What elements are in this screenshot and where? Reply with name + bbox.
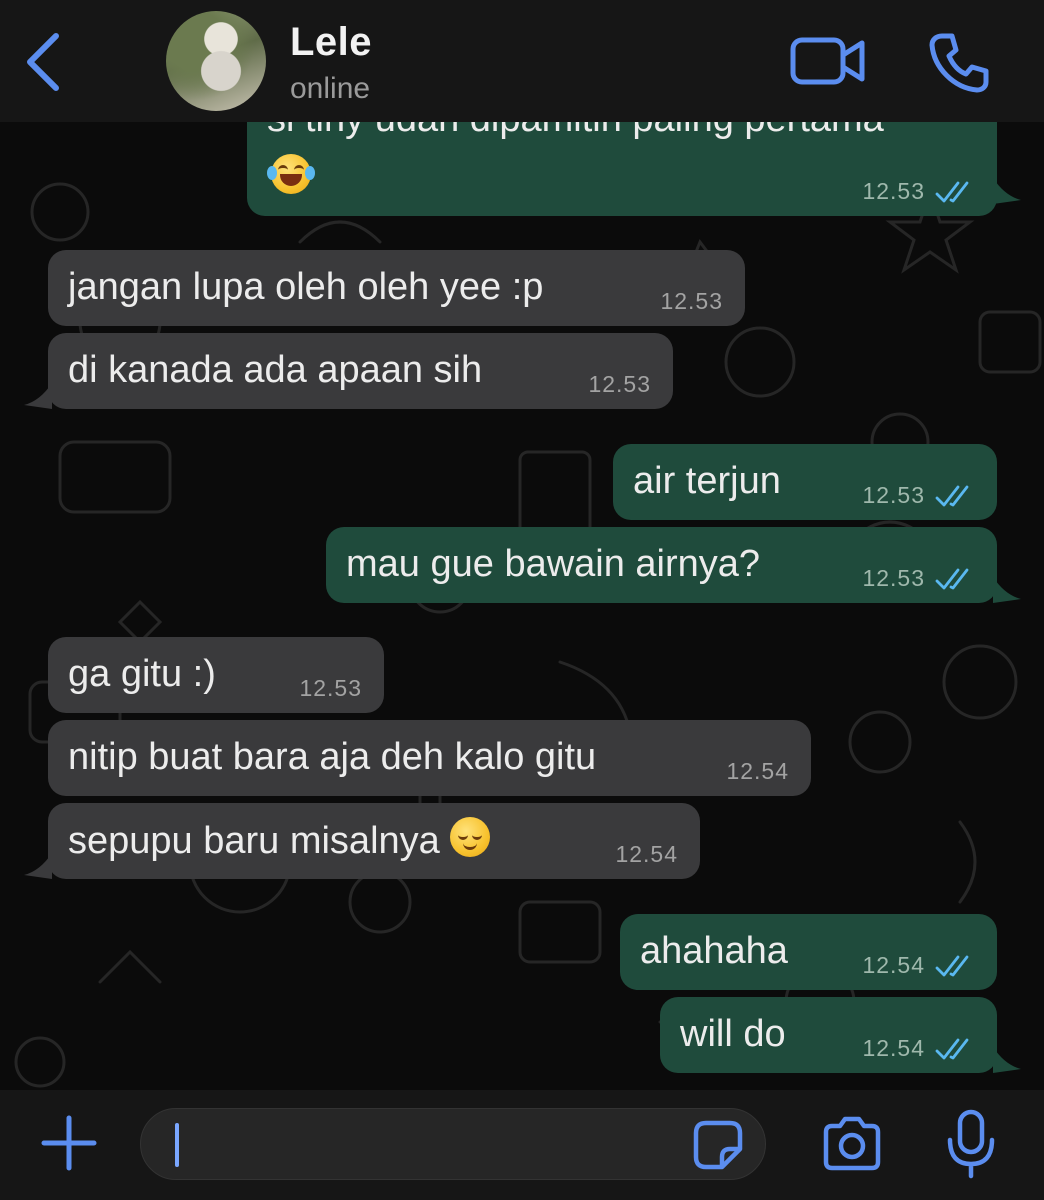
message-text: will do [680, 1013, 786, 1055]
read-receipt-icon [935, 485, 969, 507]
bubble-tail [993, 1047, 1021, 1073]
message-bubble-incoming[interactable]: nitip buat bara aja deh kalo gitu 12.54 [48, 720, 811, 796]
message-bubble-outgoing[interactable]: ahahaha 12.54 [620, 914, 997, 990]
chat-messages-area[interactable]: si tiny udah dipamitin paling pertama 12… [0, 122, 1044, 1090]
message-text: air terjun [633, 460, 781, 502]
read-receipt-icon [935, 181, 969, 203]
contact-status: online [290, 72, 371, 105]
relieved-face-emoji-icon [450, 817, 491, 857]
read-receipt-icon [935, 568, 969, 590]
message-time: 12.54 [862, 952, 925, 978]
message-bubble-incoming[interactable]: ga gitu :) 12.53 [48, 637, 384, 713]
bubble-tail [993, 577, 1021, 603]
sticker-icon[interactable] [692, 1119, 744, 1171]
message-text-content: sepupu baru misalnya [68, 820, 440, 862]
face-with-tears-of-joy-emoji-icon [267, 154, 315, 194]
message-time: 12.53 [588, 371, 651, 397]
text-cursor [175, 1123, 179, 1167]
bubble-tail [24, 853, 52, 879]
message-time: 12.53 [862, 178, 925, 204]
message-bubble-incoming[interactable]: sepupu baru misalnya 12.54 [48, 803, 700, 879]
message-text: ga gitu :) [68, 653, 216, 695]
message-bubble-incoming[interactable]: di kanada ada apaan sih 12.53 [48, 333, 673, 409]
bubble-tail [993, 178, 1021, 204]
microphone-icon[interactable] [946, 1108, 996, 1180]
message-time: 12.53 [660, 288, 723, 314]
message-bubble-outgoing[interactable]: si tiny udah dipamitin paling pertama 12… [247, 122, 997, 216]
bubble-tail [24, 383, 52, 409]
back-chevron-icon[interactable] [22, 30, 66, 94]
message-text: si tiny udah dipamitin paling pertama [267, 122, 884, 142]
message-time: 12.53 [299, 675, 362, 701]
message-time: 12.53 [862, 482, 925, 508]
message-text: ahahaha [640, 930, 788, 972]
contact-name[interactable]: Lele [290, 20, 372, 65]
message-bubble-incoming[interactable]: jangan lupa oleh oleh yee :p 12.53 [48, 250, 745, 326]
contact-avatar[interactable] [166, 11, 266, 111]
read-receipt-icon [935, 955, 969, 977]
message-bubble-outgoing[interactable]: air terjun 12.53 [613, 444, 997, 520]
plus-attach-icon[interactable] [40, 1114, 98, 1172]
message-text: mau gue bawain airnya? [346, 543, 761, 585]
message-text: sepupu baru misalnya [68, 817, 491, 864]
message-bubble-outgoing[interactable]: mau gue bawain airnya? 12.53 [326, 527, 997, 603]
message-input[interactable] [140, 1108, 766, 1180]
message-time: 12.54 [862, 1035, 925, 1061]
chat-header: Lele online [0, 0, 1044, 122]
message-text: di kanada ada apaan sih [68, 349, 483, 391]
read-receipt-icon [935, 1038, 969, 1060]
phone-call-icon[interactable] [928, 32, 990, 94]
message-time: 12.54 [615, 841, 678, 867]
video-call-icon[interactable] [790, 35, 866, 87]
message-time: 12.54 [726, 758, 789, 784]
message-text: nitip buat bara aja deh kalo gitu [68, 736, 597, 778]
message-time: 12.53 [862, 565, 925, 591]
message-bubble-outgoing[interactable]: will do 12.54 [660, 997, 997, 1073]
camera-icon[interactable] [820, 1112, 884, 1176]
message-text: jangan lupa oleh oleh yee :p [68, 266, 544, 308]
